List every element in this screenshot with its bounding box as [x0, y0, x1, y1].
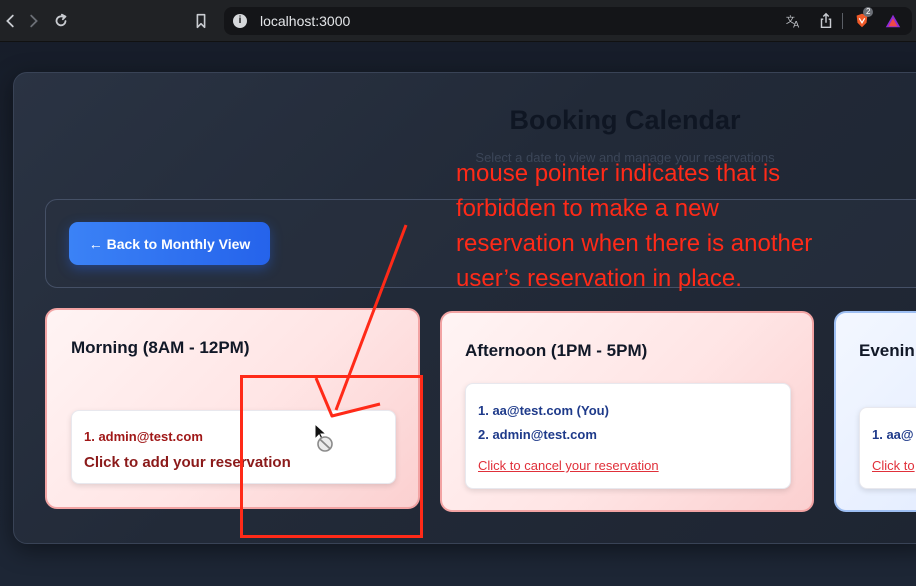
reservation-entry: 1. admin@test.com: [84, 429, 203, 444]
screenshot: i localhost:3000 文A 2 Booking Calendar S…: [0, 0, 916, 586]
brave-shield-icon[interactable]: 2: [850, 7, 874, 32]
slot-title: Morning (8AM - 12PM): [71, 338, 250, 357]
shield-badge: 2: [863, 7, 874, 17]
reservation-entry: 1. aa@: [872, 427, 914, 442]
rewards-triangle-icon[interactable]: [882, 10, 904, 32]
annotation-text: mouse pointer indicates that is forbidde…: [456, 160, 813, 292]
toolbar-divider: [840, 10, 844, 32]
not-allowed-cursor-icon: [314, 423, 333, 452]
slot-title: Afternoon (1PM - 5PM): [465, 341, 648, 360]
cancel-reservation-link[interactable]: Click to cancel your reservation: [478, 458, 659, 473]
reservation-entry: 1. aa@test.com (You): [478, 403, 609, 418]
forward-arrow-icon[interactable]: [22, 10, 44, 32]
site-info-icon[interactable]: i: [233, 14, 247, 28]
reservation-box[interactable]: 1. aa@test.com (You) 2. admin@test.com C…: [465, 383, 791, 489]
slot-title: Evenin: [859, 341, 915, 360]
back-to-monthly-view-button[interactable]: ← Back to Monthly View: [69, 222, 270, 265]
slot-card-evening[interactable]: Evenin 1. aa@ Click to: [834, 311, 916, 512]
translate-icon[interactable]: 文A: [783, 10, 805, 32]
browser-toolbar: i localhost:3000 文A 2: [0, 0, 916, 42]
reservation-entry: 2. admin@test.com: [478, 427, 597, 442]
share-icon[interactable]: [815, 10, 837, 32]
reservation-box[interactable]: 1. aa@ Click to: [859, 407, 916, 489]
annotation-highlight-box: [240, 375, 423, 538]
back-arrow-icon[interactable]: [0, 10, 22, 32]
url-text: localhost:3000: [260, 13, 351, 29]
reload-icon[interactable]: [50, 10, 72, 32]
address-bar[interactable]: i localhost:3000: [224, 7, 912, 35]
cancel-reservation-link[interactable]: Click to: [872, 458, 915, 473]
page-title: Booking Calendar: [509, 105, 741, 135]
bookmark-icon[interactable]: [190, 10, 212, 32]
slot-card-afternoon[interactable]: Afternoon (1PM - 5PM) 1. aa@test.com (Yo…: [440, 311, 814, 512]
svg-text:A: A: [793, 19, 799, 29]
